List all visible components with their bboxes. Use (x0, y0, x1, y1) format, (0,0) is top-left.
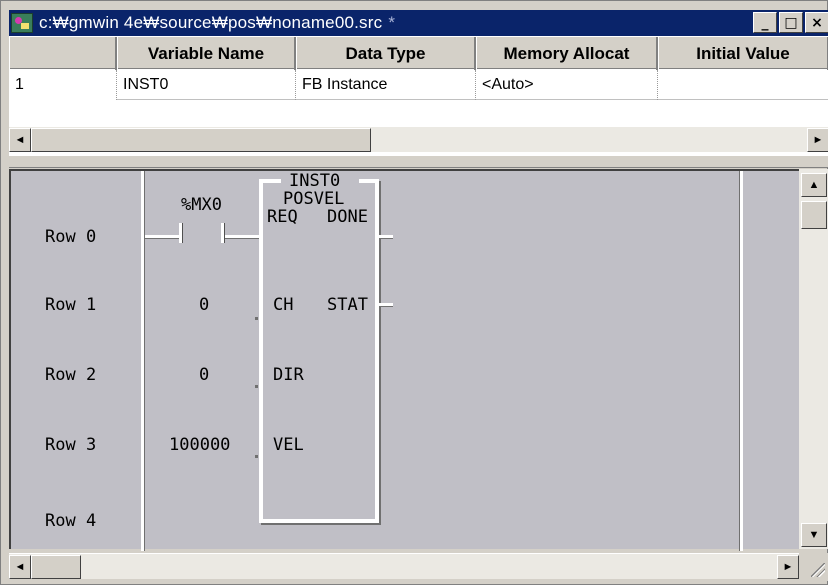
window-title: c:₩gmwin 4e₩source₩pos₩noname00.src (39, 13, 383, 32)
fb-input-req: REQ (267, 207, 298, 227)
resize-grip-icon[interactable] (799, 553, 828, 581)
modified-marker: * (388, 13, 395, 32)
fb-input-dir: DIR (273, 365, 304, 385)
cell-initial-value[interactable] (658, 70, 828, 100)
left-power-rail (141, 171, 145, 551)
table-row[interactable]: 1 INST0 FB Instance <Auto> (9, 70, 828, 100)
right-power-rail (739, 171, 743, 551)
done-output-stub (379, 235, 393, 239)
header-initial-value[interactable]: Initial Value (658, 37, 828, 70)
variable-grid: Variable Name Data Type Memory Allocat I… (9, 36, 828, 156)
grid-header: Variable Name Data Type Memory Allocat I… (9, 36, 828, 70)
header-variable-name[interactable]: Variable Name (117, 37, 296, 70)
vel-input-value[interactable]: 100000 (169, 435, 230, 455)
rung-0-wire-left (145, 235, 183, 239)
ladder-vscroll-thumb[interactable] (801, 201, 827, 229)
fb-input-ch: CH (273, 295, 294, 315)
scroll-left-arrow-icon[interactable]: ◄ (9, 128, 31, 152)
contact-left-bar (179, 223, 183, 243)
ladder-vscrollbar[interactable]: ▲ ▼ (799, 169, 828, 549)
stat-output-stub (379, 303, 393, 307)
title-bar[interactable]: c:₩gmwin 4e₩source₩pos₩noname00.src * _ … (9, 10, 828, 36)
scroll-right-arrow-icon[interactable]: ► (807, 128, 828, 152)
fb-output-done: DONE (327, 207, 368, 227)
row-label-4: Row 4 (45, 511, 97, 531)
ladder-hscrollbar[interactable]: ◄ ► (9, 553, 799, 579)
grid-hscrollbar[interactable]: ◄ ► (9, 126, 828, 152)
editor-window: c:₩gmwin 4e₩source₩pos₩noname00.src * _ … (0, 0, 828, 585)
rung-0-wire-right (225, 235, 261, 239)
cell-memory-allocation[interactable]: <Auto> (476, 70, 658, 100)
scroll-up-arrow-icon[interactable]: ▲ (801, 173, 827, 197)
grid-hscroll-thumb[interactable] (31, 128, 371, 152)
fb-output-stat: STAT (327, 295, 368, 315)
row-label-0: Row 0 (45, 227, 97, 247)
ch-input-value[interactable]: 0 (199, 295, 209, 315)
row-label-3: Row 3 (45, 435, 97, 455)
function-block[interactable] (259, 179, 379, 523)
fb-type-name: POSVEL (283, 189, 345, 209)
row-label-1: Row 1 (45, 295, 97, 315)
row-number[interactable]: 1 (9, 70, 117, 100)
maximize-button[interactable]: □ (779, 12, 803, 33)
ch-connection-tick (255, 317, 258, 320)
fb-instance-name[interactable]: INST0 (289, 171, 340, 191)
row-label-2: Row 2 (45, 365, 97, 385)
header-memory-allocation[interactable]: Memory Allocat (476, 37, 658, 70)
contact-right-bar (221, 223, 225, 243)
header-corner[interactable] (9, 37, 117, 70)
window-controls: _ □ × (753, 12, 828, 33)
minimize-button[interactable]: _ (753, 12, 777, 33)
dir-connection-tick (255, 385, 258, 388)
ladder-hscroll-thumb[interactable] (31, 555, 81, 579)
cell-data-type[interactable]: FB Instance (296, 70, 476, 100)
header-data-type[interactable]: Data Type (296, 37, 476, 70)
fb-input-vel: VEL (273, 435, 304, 455)
ladder-editor[interactable]: Row 0 Row 1 Row 2 Row 3 Row 4 %MX0 INST0… (9, 169, 799, 551)
vel-connection-tick (255, 455, 258, 458)
dir-input-value[interactable]: 0 (199, 365, 209, 385)
ladder-scroll-right-arrow-icon[interactable]: ► (777, 555, 799, 579)
ladder-scroll-left-arrow-icon[interactable]: ◄ (9, 555, 31, 579)
close-button[interactable]: × (805, 12, 828, 33)
contact-label[interactable]: %MX0 (181, 195, 222, 215)
scroll-down-arrow-icon[interactable]: ▼ (801, 523, 827, 547)
pane-splitter[interactable] (9, 156, 828, 168)
app-icon[interactable] (11, 13, 33, 33)
cell-variable-name[interactable]: INST0 (117, 70, 296, 100)
